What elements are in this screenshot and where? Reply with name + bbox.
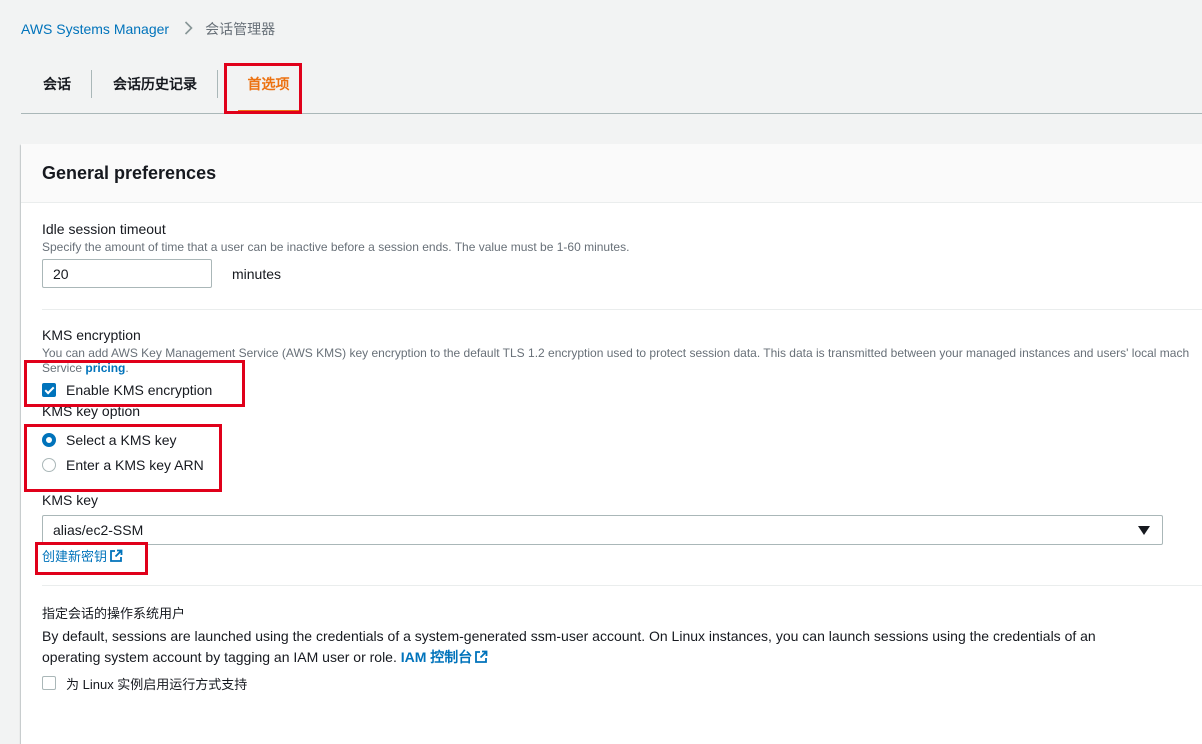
general-preferences-panel: General preferences Idle session timeout… xyxy=(21,144,1202,744)
kms-key-label: KMS key xyxy=(42,492,99,508)
panel-title: General preferences xyxy=(42,163,217,183)
enable-kms-label[interactable]: Enable KMS encryption xyxy=(66,382,212,398)
create-new-key-link[interactable]: 创建新密钥 xyxy=(42,546,123,566)
external-link-icon xyxy=(474,649,488,670)
external-link-icon xyxy=(109,549,123,566)
breadcrumb-systems-manager-link[interactable]: AWS Systems Manager xyxy=(21,21,169,37)
idle-timeout-label: Idle session timeout xyxy=(42,221,166,237)
kms-encryption-description-cont: Service pricing. xyxy=(42,361,129,375)
chevron-right-icon xyxy=(178,20,198,38)
kms-key-select[interactable]: alias/ec2-SSM xyxy=(42,515,1163,545)
tab-divider xyxy=(217,70,218,98)
kms-encryption-label: KMS encryption xyxy=(42,327,141,343)
tab-bar: 会话 会话历史记录 首选项 xyxy=(21,64,1202,114)
kms-key-option-label: KMS key option xyxy=(42,403,141,419)
enable-kms-checkbox[interactable] xyxy=(42,383,56,397)
create-new-key-label: 创建新密钥 xyxy=(42,549,108,564)
linux-run-as-label[interactable]: 为 Linux 实例启用运行方式支持 xyxy=(66,674,247,693)
select-kms-key-label[interactable]: Select a KMS key xyxy=(66,432,177,448)
enter-kms-key-arn-label[interactable]: Enter a KMS key ARN xyxy=(66,457,204,473)
iam-console-link[interactable]: IAM 控制台 xyxy=(401,649,489,665)
os-user-description-line1: By default, sessions are launched using … xyxy=(42,628,1096,644)
breadcrumb-current: 会话管理器 xyxy=(205,21,276,37)
select-kms-key-radio[interactable] xyxy=(42,433,56,447)
panel-header: General preferences xyxy=(21,144,1202,203)
tab-preferences[interactable]: 首选项 xyxy=(238,64,299,114)
idle-timeout-unit: minutes xyxy=(232,266,282,282)
os-user-description-text: operating system account by tagging an I… xyxy=(42,649,397,665)
linux-run-as-checkbox[interactable] xyxy=(42,676,56,690)
section-divider xyxy=(42,585,1202,586)
iam-console-label: IAM 控制台 xyxy=(400,649,473,665)
kms-description-period: . xyxy=(125,361,129,375)
idle-timeout-input[interactable] xyxy=(42,259,212,288)
breadcrumb: AWS Systems Manager 会话管理器 xyxy=(21,20,275,38)
idle-timeout-description: Specify the amount of time that a user c… xyxy=(42,240,630,254)
tab-sessions[interactable]: 会话 xyxy=(43,64,71,113)
caret-down-icon xyxy=(1138,526,1150,535)
kms-description-service-text: Service xyxy=(42,361,83,375)
os-user-description-line2: operating system account by tagging an I… xyxy=(42,647,488,670)
pricing-link[interactable]: pricing xyxy=(85,361,125,375)
kms-key-selected-value: alias/ec2-SSM xyxy=(53,522,144,538)
tab-session-history[interactable]: 会话历史记录 xyxy=(113,64,197,113)
enter-kms-key-arn-radio[interactable] xyxy=(42,458,56,472)
os-user-label: 指定会话的操作系统用户 xyxy=(42,606,186,621)
section-divider xyxy=(42,309,1202,310)
kms-encryption-description: You can add AWS Key Management Service (… xyxy=(42,346,1190,360)
tab-divider xyxy=(91,70,92,98)
